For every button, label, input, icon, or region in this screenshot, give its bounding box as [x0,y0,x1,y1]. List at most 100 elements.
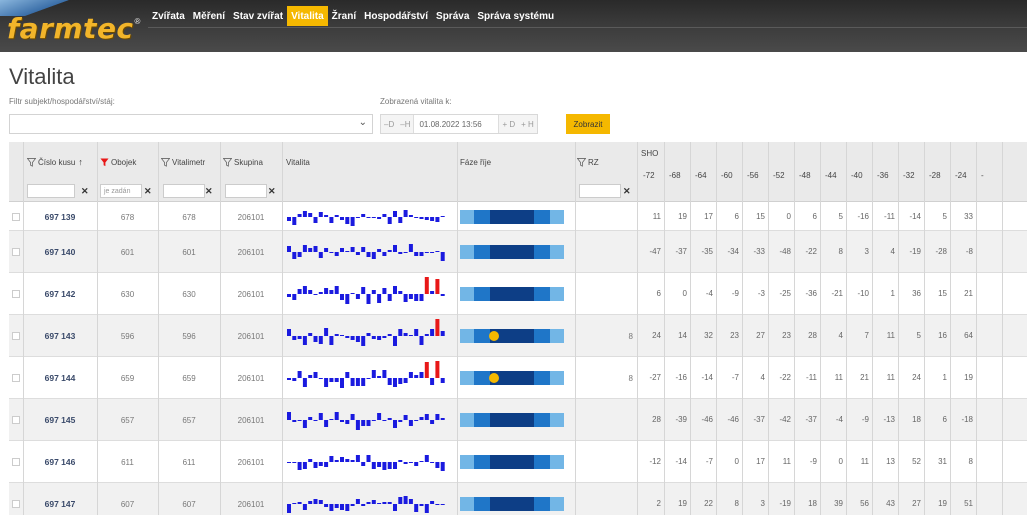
group-value: 206101 [237,247,265,257]
vitality-bar [334,504,339,508]
nav-item-správa-systému[interactable]: Správa systému [473,6,558,26]
animal-id[interactable]: 697 144 [23,373,97,383]
vitality-bar [334,334,339,336]
vitality-bar [292,420,297,422]
col-header-vitality: Vitalita [286,157,310,167]
vitality-bar [355,252,360,255]
animal-id[interactable]: 697 147 [23,499,97,509]
nav-item-vitalita[interactable]: Vitalita [287,6,328,26]
vitality-sparkline [287,496,445,513]
phase-segment [460,287,474,301]
nav-item-stav-zvířat[interactable]: Stav zvířat [229,6,287,26]
table-row[interactable]: 697 139 678 678 206101 11 19 17 6 15 0 6 5 -16 -11 -14… [9,203,1027,231]
estrus-phase-bar [460,497,564,511]
clear-filter-icon[interactable]: ✕ [144,186,152,197]
next-hour-button[interactable]: + H [518,115,537,133]
column-divider [846,142,847,515]
nav-item-zvířata[interactable]: Zvířata [148,6,189,26]
row-checkbox[interactable] [12,458,20,466]
row-checkbox[interactable] [12,248,20,256]
date-control: – D – H 01.08.2022 13:56 + D + H [380,114,538,134]
filter-input-id[interactable] [27,184,75,198]
vitality-bar [297,502,302,504]
estrus-phase-bar [460,455,564,469]
next-day-button[interactable]: + D [499,115,518,133]
nav-item-žraní[interactable]: Žraní [328,6,360,26]
table-row[interactable]: 697 144 659 659 206101 8 -27 -16 -14 -7 4 -22 -11 11… [9,357,1027,399]
nav-item-správa[interactable]: Správa [432,6,473,26]
row-checkbox[interactable] [12,500,20,508]
clear-filter-icon[interactable]: ✕ [623,186,631,197]
row-checkbox[interactable] [12,374,20,382]
animal-id[interactable]: 697 146 [23,457,97,467]
vitality-bar [361,504,366,506]
filter-input-vitalimeter[interactable] [163,184,205,198]
table-row[interactable]: 697 147 607 607 206101 2 19 22 8 3 -19 18 39 56 43 27 1… [9,483,1027,515]
col-header-rz[interactable]: RZ [577,156,599,168]
vitality-bar [387,334,392,336]
phase-segment [550,329,564,343]
table-row[interactable]: 697 142 630 630 206101 6 0 -4 -9 -3 -25 -36 -21 -10 1… [9,273,1027,315]
vitality-bar [361,247,366,252]
vitalimeter-value: 607 [182,499,196,509]
show-button[interactable]: Zobrazit [566,114,610,134]
vitality-bar [440,418,445,420]
vitality-bar [287,294,291,297]
vitality-bar [371,500,376,504]
vitality-bar [382,252,387,256]
vitality-bar [377,217,382,219]
vitality-bar [292,252,297,259]
animal-id[interactable]: 697 142 [23,289,97,299]
phase-segment [550,210,564,224]
sho-hour-header: -28 [929,170,941,180]
vitality-bar [414,252,419,256]
sho-hour-header: -44 [825,170,837,180]
nav-item-hospodářství[interactable]: Hospodářství [360,6,432,26]
vitality-bar [329,290,334,294]
vitality-bar [430,462,435,463]
vitality-bar [329,252,334,253]
farmtec-logo[interactable]: farmtec ® [7,14,140,44]
vitalimeter-value: 630 [182,289,196,299]
filter-input-rz[interactable] [579,184,621,198]
table-row[interactable]: 697 146 611 611 206101 -12 -14 -7 0 17 11 -9 0 11 13 5… [9,441,1027,483]
row-checkbox[interactable] [12,213,20,221]
vitality-bar [430,291,435,294]
vitality-bar [382,370,387,378]
vitality-bar [424,217,429,220]
table-row[interactable]: 697 143 596 596 206101 8 24 14 32 23 27 23 28 4 7 11 5 1… [9,315,1027,357]
animal-id[interactable]: 697 143 [23,331,97,341]
row-checkbox[interactable] [12,290,20,298]
row-checkbox[interactable] [12,416,20,424]
vitality-bar [318,212,323,217]
prev-day-button[interactable]: – D [381,115,397,133]
prev-hour-button[interactable]: – H [397,115,413,133]
vitality-bar [366,333,371,336]
row-checkbox[interactable] [12,332,20,340]
column-divider [820,142,821,515]
filter-input-group[interactable] [225,184,267,198]
clear-filter-icon[interactable]: ✕ [205,186,213,197]
col-header-vitalimeter[interactable]: Vitalimetr [161,156,205,168]
col-header-id[interactable]: Číslo kusu ↑ [27,156,83,168]
vitality-bar [297,214,302,217]
date-input[interactable]: 01.08.2022 13:56 [413,115,500,133]
table-row[interactable]: 697 145 657 657 206101 28 -39 -46 -46 -37 -42 -37-… [9,399,1027,441]
vitality-bar [345,372,350,378]
col-header-collar[interactable]: Obojek [100,156,136,168]
filter-select[interactable]: ⌄ [9,114,373,134]
vitality-bar [340,294,344,300]
col-header-group[interactable]: Skupina [223,156,263,168]
animal-id[interactable]: 697 145 [23,415,97,425]
nav-item-měření[interactable]: Měření [189,6,229,26]
filter-input-collar[interactable]: je zadán [100,184,142,198]
vitality-bar [371,290,376,294]
collar-value: 596 [120,331,135,341]
vitality-bar [287,329,291,336]
clear-filter-icon[interactable]: ✕ [81,186,89,197]
vitality-bar [377,249,382,252]
table-row[interactable]: 697 140 601 601 206101 -47 -37 -35 -34 -33 -48 -22… [9,231,1027,273]
animal-id[interactable]: 697 140 [23,247,97,257]
clear-filter-icon[interactable]: ✕ [268,186,276,197]
animal-id[interactable]: 697 139 [23,212,97,222]
